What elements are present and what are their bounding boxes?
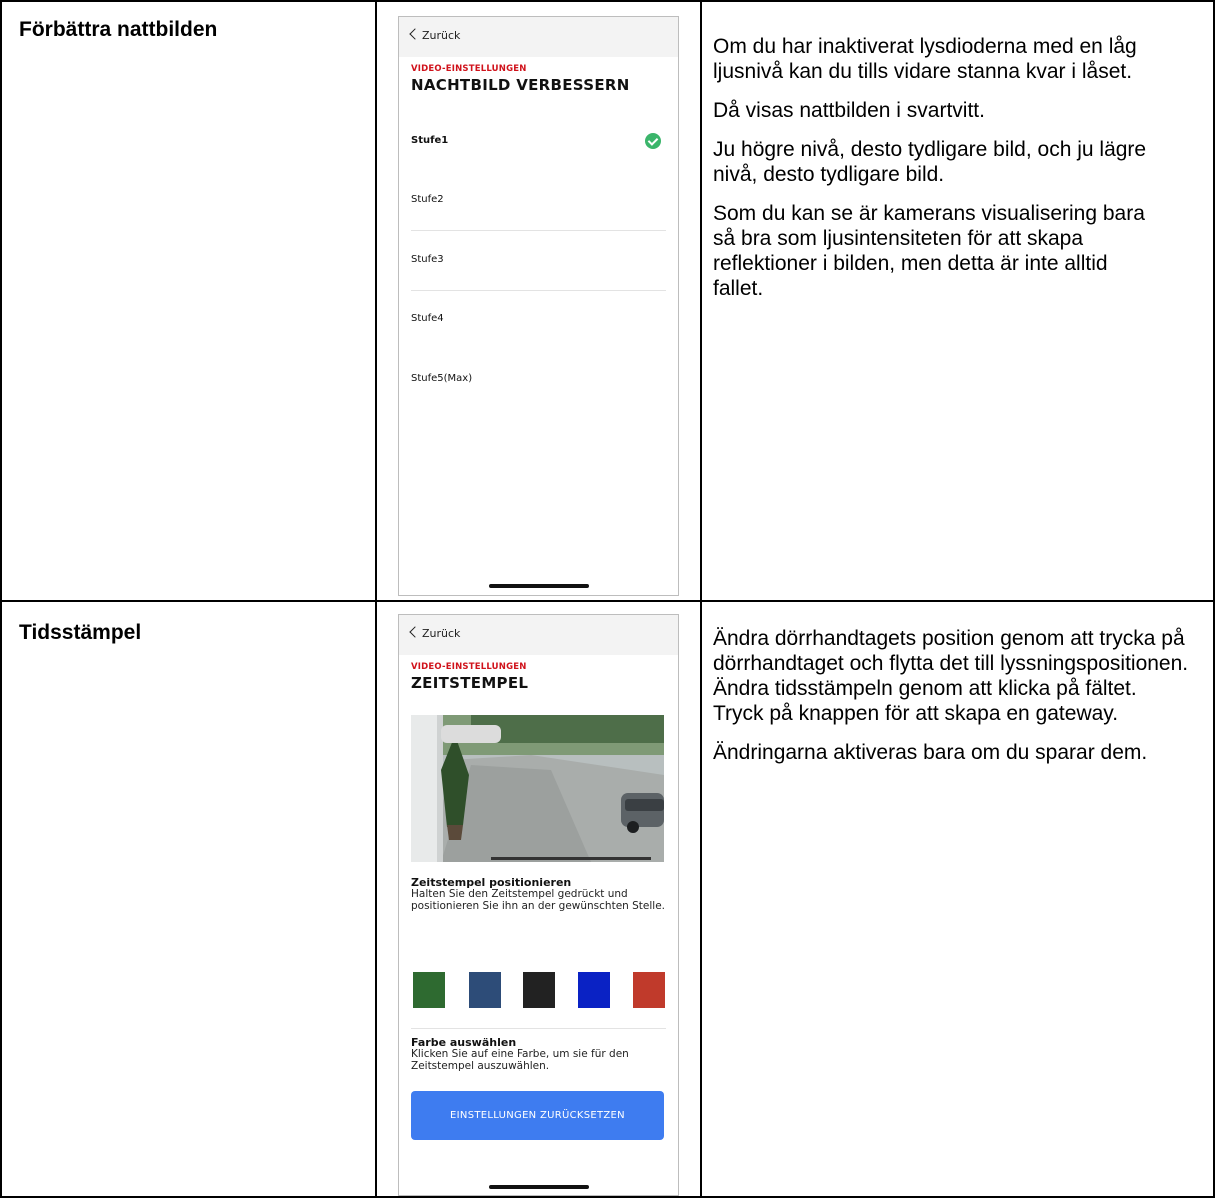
level-option-5[interactable]: Stufe5(Max): [411, 373, 472, 384]
row-title-night-image: Förbättra nattbilden: [19, 18, 218, 41]
position-instructions: Halten Sie den Zeitstempel gedrückt und …: [411, 888, 666, 912]
home-indicator: [488, 584, 589, 588]
divider: [411, 230, 666, 231]
color-swatch-green[interactable]: [413, 972, 445, 1008]
description-paragraph: Ju högre nivå, desto tydligare bild, och…: [713, 138, 1147, 186]
phone-screenshot-timestamp: Zurück VIDEO-EINSTELLUNGEN ZEITSTEMPEL Z…: [398, 614, 679, 1196]
column-divider-1: [375, 0, 377, 1198]
screen-heading: NACHTBILD VERBESSERN: [411, 76, 630, 94]
check-icon: [645, 133, 661, 149]
description-paragraph: Ändra dörrhandtagets position genom att …: [713, 627, 1189, 725]
phone-screenshot-night-image: Zurück VIDEO-EINSTELLUNGEN NACHTBILD VER…: [398, 16, 679, 596]
description-paragraph: Då visas nattbilden i svartvitt.: [713, 99, 985, 122]
phone-header: Zurück: [399, 615, 678, 655]
home-indicator: [488, 1185, 589, 1189]
level-option-3[interactable]: Stufe3: [411, 254, 444, 265]
color-swatch-black[interactable]: [523, 972, 555, 1008]
back-button[interactable]: Zurück: [409, 28, 461, 42]
description-paragraph: Ändringarna aktiveras bara om du sparar …: [713, 741, 1148, 764]
section-label: VIDEO-EINSTELLUNGEN: [411, 662, 527, 672]
table-border-left: [0, 0, 2, 1198]
description-night-image: Om du har inaktiverat lysdioderna med en…: [713, 34, 1203, 315]
color-instructions: Klicken Sie auf eine Farbe, um sie für d…: [411, 1048, 629, 1072]
phone-header: Zurück: [399, 17, 678, 57]
chevron-left-icon: [409, 626, 421, 638]
chevron-left-icon: [409, 28, 421, 40]
color-swatch-slate-blue[interactable]: [469, 972, 501, 1008]
back-label: Zurück: [422, 627, 461, 640]
table-border-top: [0, 0, 1215, 2]
column-divider-2: [700, 0, 702, 1198]
section-label: VIDEO-EINSTELLUNGEN: [411, 64, 527, 74]
back-button[interactable]: Zurück: [409, 626, 461, 640]
reset-settings-button[interactable]: EINSTELLUNGEN ZURÜCKSETZEN: [411, 1091, 664, 1140]
row-divider: [0, 600, 1215, 602]
description-paragraph: Som du kan se är kamerans visualisering …: [713, 202, 1145, 300]
row-title-timestamp: Tidsstämpel: [19, 621, 142, 644]
driveway-photo: [411, 715, 664, 862]
divider: [411, 290, 666, 291]
camera-preview-image[interactable]: [411, 715, 664, 862]
level-option-4[interactable]: Stufe4: [411, 313, 444, 324]
level-option-2[interactable]: Stufe2: [411, 194, 444, 205]
document-table: Förbättra nattbilden Zurück VIDEO-EINSTE…: [0, 0, 1215, 1198]
level-option-1[interactable]: Stufe1: [411, 135, 448, 146]
description-timestamp: Ändra dörrhandtagets position genom att …: [713, 626, 1203, 779]
description-paragraph: Om du har inaktiverat lysdioderna med en…: [713, 35, 1137, 83]
color-swatch-red[interactable]: [633, 972, 665, 1008]
back-label: Zurück: [422, 29, 461, 42]
divider: [411, 1028, 666, 1029]
screen-heading: ZEITSTEMPEL: [411, 674, 529, 692]
color-swatch-blue[interactable]: [578, 972, 610, 1008]
